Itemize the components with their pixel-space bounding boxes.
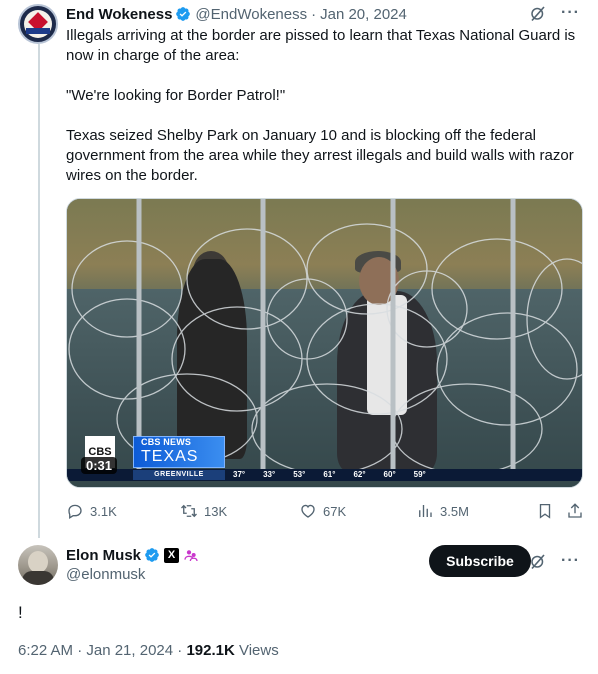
reply-text: ! bbox=[18, 603, 23, 622]
avatar[interactable] bbox=[18, 545, 58, 585]
x-affiliate-badge[interactable]: X bbox=[164, 547, 180, 563]
tweet-top-icons: ··· bbox=[529, 4, 580, 22]
reply-icon bbox=[68, 504, 82, 519]
like-icon bbox=[301, 504, 315, 518]
forecast-temp: 62° bbox=[353, 470, 366, 479]
reply-count: 3.1K bbox=[90, 503, 117, 519]
reply-author-handle[interactable]: @elonmusk bbox=[66, 566, 145, 583]
reply-timestamp[interactable]: 6:22 AM · Jan 21, 2024 · bbox=[18, 642, 186, 659]
separator: · bbox=[311, 5, 317, 23]
grok-icon[interactable] bbox=[529, 552, 547, 570]
reply-author-name[interactable]: Elon Musk bbox=[66, 547, 141, 564]
repost-icon bbox=[181, 504, 197, 518]
avatar[interactable] bbox=[18, 4, 58, 44]
tweet-date[interactable]: Jan 20, 2024 bbox=[320, 6, 407, 23]
reply-views-count: 192.1K bbox=[186, 642, 235, 659]
forecast-temp: 37° bbox=[233, 470, 246, 479]
share-button[interactable] bbox=[566, 502, 584, 520]
video-duration: 0:31 bbox=[81, 457, 118, 474]
subscribe-button[interactable]: Subscribe bbox=[429, 545, 531, 577]
like-count: 67K bbox=[323, 503, 347, 519]
reply-button[interactable]: 3.1K bbox=[66, 502, 117, 520]
views-button[interactable]: 3.5M bbox=[416, 502, 469, 520]
verified-icon bbox=[176, 7, 191, 21]
reply-header: Elon Musk X bbox=[66, 545, 199, 565]
reply-views-label: Views bbox=[234, 642, 279, 659]
ticker-forecast: 37° 33° 53° 61° 62° 60° 59° bbox=[233, 469, 426, 481]
thread-line bbox=[38, 44, 40, 538]
forecast-temp: 60° bbox=[383, 470, 396, 479]
tweet-header: End Wokeness @EndWokeness · Jan 20, 2024 bbox=[66, 4, 407, 24]
verified-icon bbox=[145, 548, 159, 562]
ticker-location: GREENVILLE bbox=[133, 470, 225, 480]
author-name[interactable]: End Wokeness bbox=[66, 6, 172, 23]
repost-count: 13K bbox=[204, 503, 228, 519]
forecast-temp: 61° bbox=[323, 470, 336, 479]
forecast-temp: 53° bbox=[293, 470, 306, 479]
share-icon bbox=[568, 503, 582, 518]
forecast-temp: 33° bbox=[263, 470, 276, 479]
reply-top-icons: ··· bbox=[529, 552, 580, 570]
people-icon bbox=[184, 550, 198, 562]
more-icon[interactable]: ··· bbox=[561, 4, 580, 22]
tweet-video[interactable]: CBS CBS NEWS TEXAS GREENVILLE 37° 33° 53… bbox=[66, 198, 583, 488]
like-button[interactable]: 67K bbox=[299, 502, 346, 520]
bookmark-icon bbox=[539, 503, 551, 519]
forecast-temp: 59° bbox=[413, 470, 426, 479]
views-icon bbox=[419, 505, 432, 517]
repost-button[interactable]: 13K bbox=[180, 502, 227, 520]
grok-icon[interactable] bbox=[529, 4, 547, 22]
cbs-station-label: TEXAS bbox=[141, 448, 199, 465]
bookmark-button[interactable] bbox=[536, 502, 554, 520]
author-handle[interactable]: @EndWokeness bbox=[195, 6, 307, 23]
cbs-news-label: CBS NEWS bbox=[141, 437, 192, 447]
tweet-actions: 3.1K 13K 67K 3.5M bbox=[66, 502, 584, 522]
more-icon[interactable]: ··· bbox=[561, 552, 580, 570]
views-count: 3.5M bbox=[440, 503, 469, 519]
reply-meta: 6:22 AM · Jan 21, 2024 · 192.1K Views bbox=[18, 642, 279, 659]
tweet-text: Illegals arriving at the border are piss… bbox=[66, 27, 576, 184]
